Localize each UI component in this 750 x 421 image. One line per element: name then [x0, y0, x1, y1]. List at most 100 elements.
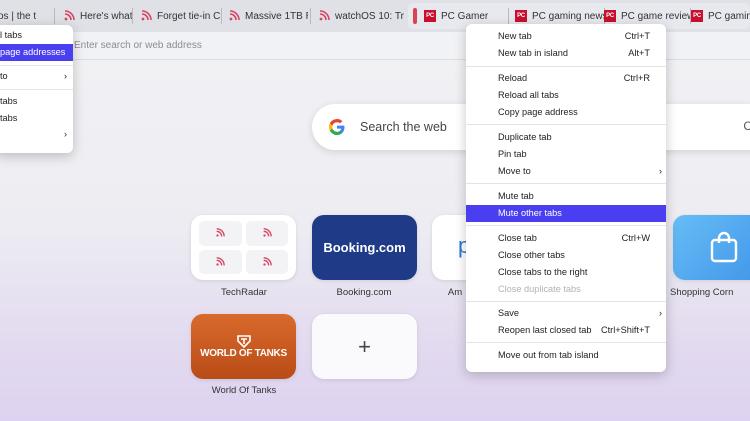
tab-title: PC gaming news [532, 10, 605, 22]
menu-item-shortcut: Ctrl+R [623, 73, 650, 83]
menu-item-reopen-last-closed-tab[interactable]: Reopen last closed tab Ctrl+Shift+T [466, 322, 666, 339]
address-input[interactable]: Enter search or web address [60, 36, 480, 56]
tab[interactable]: PC PC gaming [685, 5, 750, 27]
speed-dial-label: TechRadar [221, 287, 267, 298]
menu-item-shortcut: Alt+T [628, 48, 650, 58]
menu-item-reload[interactable]: Reload Ctrl+R [466, 70, 666, 87]
shopping-bag-icon [710, 231, 738, 263]
menu-item-move-to[interactable]: to › [0, 68, 73, 85]
tab[interactable]: Massive 1TB RAM [222, 5, 308, 27]
menu-item-label: tabs [0, 113, 18, 123]
menu-separator [466, 225, 666, 226]
rss-icon [63, 10, 75, 22]
tab-title: PC Gamer [441, 10, 489, 22]
tab-context-menu: New tab Ctrl+T New tab in island Alt+T Rel… [466, 24, 666, 372]
rss-icon [245, 221, 288, 246]
menu-item-label: Move out from tab island [498, 350, 599, 360]
menu-separator [466, 301, 666, 302]
menu-item[interactable]: tabs [0, 110, 73, 127]
menu-item-label: Close other tabs [498, 250, 565, 260]
rss-icon [199, 249, 242, 274]
speed-dial-booking[interactable]: Booking.com [312, 215, 417, 280]
menu-item-close-tabs-right[interactable]: Close tabs to the right [466, 264, 666, 281]
wot-emblem-icon [236, 335, 251, 348]
menu-item-duplicate-tab[interactable]: Duplicate tab [466, 129, 666, 146]
menu-item-new-tab-in-island[interactable]: New tab in island Alt+T [466, 45, 666, 62]
menu-item-pin-tab[interactable]: Pin tab [466, 146, 666, 163]
menu-item-label: Reload [498, 73, 528, 83]
menu-item-label: page addresses [0, 47, 66, 57]
rss-icon [245, 249, 288, 274]
speed-dial-techradar[interactable] [191, 215, 296, 280]
chevron-right-icon: › [659, 166, 662, 176]
menu-item-move-to[interactable]: Move to › [466, 163, 666, 180]
menu-item-shortcut: Ctrl+W [621, 233, 650, 243]
tab[interactable]: Here's what you [57, 5, 132, 27]
menu-item-move-out-from-island[interactable]: Move out from tab island [466, 347, 666, 364]
tab-title: watchOS 10: Try [335, 10, 404, 22]
menu-item[interactable]: tabs [0, 93, 73, 110]
tab-title: Forget tie-in Coc [157, 10, 220, 22]
tab-title: Massive 1TB RAM [245, 10, 308, 22]
menu-separator [466, 183, 666, 184]
menu-item-label: tabs [0, 96, 18, 106]
menu-item[interactable]: l tabs [0, 27, 73, 44]
menu-item-label: Duplicate tab [498, 132, 552, 142]
menu-item-reload-all-tabs[interactable]: Reload all tabs [466, 87, 666, 104]
menu-item-label: Move to [498, 166, 531, 176]
speed-dial-world-of-tanks[interactable]: WORLD OF TANKS [191, 314, 296, 379]
menu-item-label: Close tab [498, 233, 537, 243]
tab-title: PC game reviews [621, 10, 690, 22]
menu-item-copy-page-address[interactable]: Copy page address [466, 104, 666, 121]
menu-separator [466, 124, 666, 125]
menu-item-label: Close tabs to the right [498, 267, 588, 277]
techradar-grid [199, 221, 288, 274]
chevron-right-icon: › [64, 129, 67, 139]
pcgamer-icon: PC [515, 10, 527, 22]
wot-logo: WORLD OF TANKS [200, 348, 287, 359]
tab-context-menu-left: l tabs page addresses to › tabs tabs › [0, 25, 73, 153]
menu-item-label: Reopen last closed tab [498, 325, 592, 335]
menu-item-close-tab[interactable]: Close tab Ctrl+W [466, 230, 666, 247]
speed-dial-shopping[interactable] [673, 215, 750, 280]
menu-item[interactable]: › [0, 126, 73, 143]
menu-item-label: Save [498, 308, 519, 318]
menu-separator [466, 66, 666, 67]
tab-separator [310, 8, 311, 24]
menu-item-label: Pin tab [498, 149, 527, 159]
tab[interactable]: Forget tie-in Coc [134, 5, 220, 27]
rss-icon [199, 221, 242, 246]
tab-island-marker [413, 8, 417, 24]
tab[interactable]: os | the t [0, 5, 57, 27]
menu-separator [0, 65, 73, 66]
speed-dial-label: Shopping Corn [670, 287, 734, 298]
menu-item-label: Close duplicate tabs [498, 284, 581, 294]
tab-title: PC gaming [708, 10, 750, 22]
menu-item-shortcut: Ctrl+T [624, 31, 650, 41]
search-placeholder: Search the web [360, 120, 447, 134]
menu-item-close-other-tabs[interactable]: Close other tabs [466, 247, 666, 264]
pcgamer-icon: PC [691, 10, 703, 22]
rss-icon [228, 10, 240, 22]
menu-separator [0, 89, 73, 90]
booking-logo: Booking.com [323, 240, 406, 255]
rss-icon [140, 10, 152, 22]
menu-item-label: l tabs [0, 30, 22, 40]
menu-item-copy-page-addresses[interactable]: page addresses [0, 44, 73, 61]
menu-item-mute-tab[interactable]: Mute tab [466, 188, 666, 205]
menu-item-new-tab[interactable]: New tab Ctrl+T [466, 28, 666, 45]
google-icon [329, 119, 345, 135]
tab-title: os | the t [0, 10, 37, 22]
pcgamer-icon: PC [604, 10, 616, 22]
menu-item-mute-other-tabs[interactable]: Mute other tabs [466, 205, 666, 222]
menu-item-label: Mute other tabs [498, 208, 562, 218]
tab[interactable]: watchOS 10: Try [312, 5, 404, 27]
tab-separator [54, 8, 55, 24]
chevron-right-icon: › [659, 308, 662, 318]
plus-icon: + [358, 333, 371, 359]
menu-item-shortcut: Ctrl+Shift+T [600, 325, 650, 335]
menu-item-save[interactable]: Save › [466, 305, 666, 322]
add-speed-dial-button[interactable]: + [312, 314, 417, 379]
chevron-right-icon: › [64, 71, 67, 81]
rss-icon [318, 10, 330, 22]
